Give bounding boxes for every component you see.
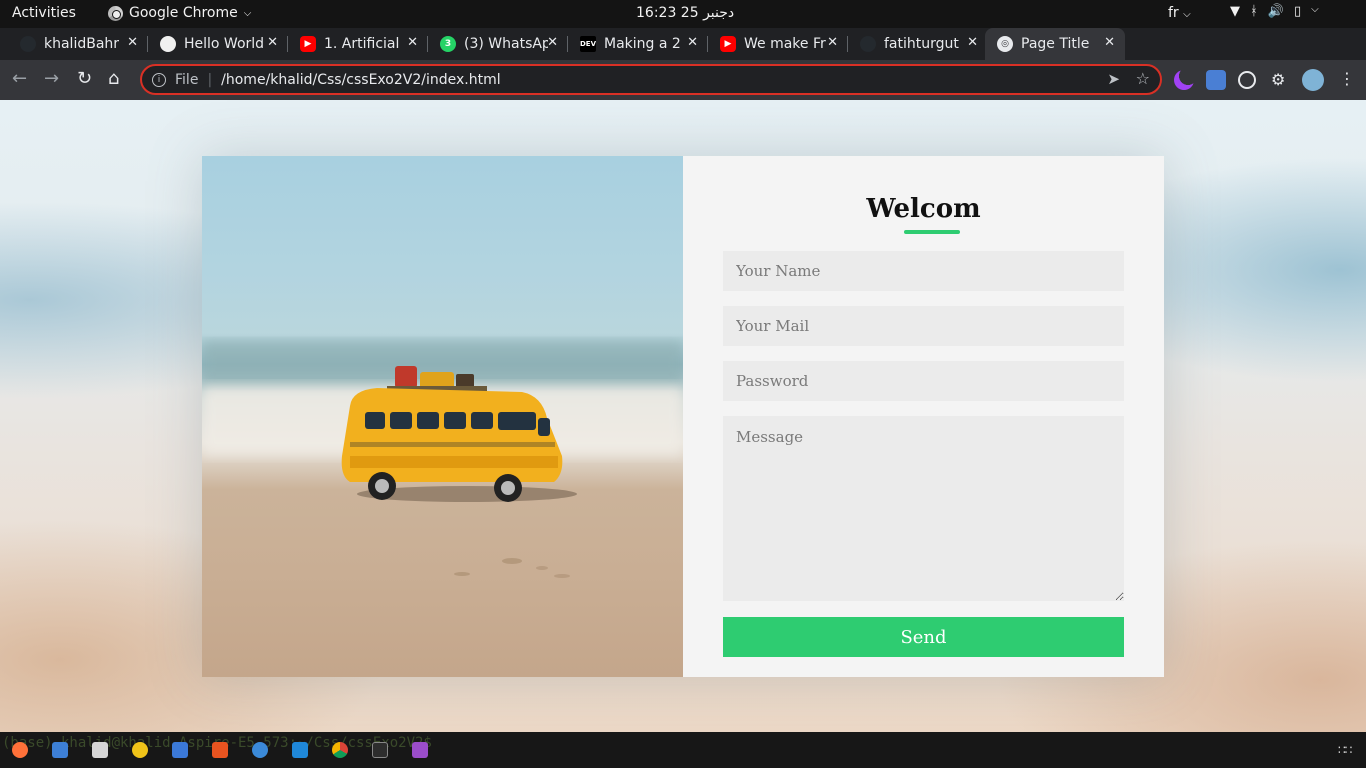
- bookmark-star-icon[interactable]: ☆: [1136, 69, 1150, 88]
- mail-input[interactable]: [723, 306, 1124, 346]
- name-input[interactable]: [723, 251, 1124, 291]
- browser-toolbar: ← → ↻ ⌂ i File | /home/khalid/Css/cssExo…: [0, 60, 1366, 100]
- app-menu[interactable]: Google Chrome ⌵: [108, 5, 251, 21]
- tab-whatsapp[interactable]: 3 (3) WhatsApp ✕: [428, 28, 568, 60]
- close-icon[interactable]: ✕: [407, 35, 418, 50]
- tab-title: Making a 2: [604, 36, 681, 52]
- tab-title: Page Title: [1021, 36, 1090, 52]
- send-icon[interactable]: ➤: [1107, 70, 1120, 88]
- tab-khalidbahr[interactable]: khalidBahr ✕: [8, 28, 148, 60]
- whatsapp-icon: 3: [440, 36, 456, 52]
- chevron-down-icon: ⌵: [243, 7, 252, 19]
- video-icon[interactable]: [412, 742, 428, 758]
- address-bar[interactable]: i File | /home/khalid/Css/cssExo2V2/inde…: [140, 64, 1162, 95]
- url-divider: |: [207, 71, 213, 88]
- youtube-icon: ▶: [720, 36, 736, 52]
- close-icon[interactable]: ✕: [127, 35, 138, 50]
- avatar[interactable]: [1302, 69, 1324, 91]
- tab-title: Hello World: [184, 36, 265, 52]
- tab-we-make[interactable]: ▶ We make Fr ✕: [708, 28, 848, 60]
- contact-card: Welcom Send: [202, 156, 1164, 677]
- keyboard-layout[interactable]: fr ⌵: [1168, 5, 1191, 21]
- files-icon[interactable]: [92, 742, 108, 758]
- tab-title: fatihturgut: [884, 36, 959, 52]
- chevron-down-icon: ⌵: [1311, 4, 1319, 15]
- tab-title: (3) WhatsApp: [464, 36, 548, 52]
- wifi-icon: ▼: [1230, 4, 1240, 19]
- vscode-icon[interactable]: [292, 742, 308, 758]
- send-button[interactable]: Send: [723, 617, 1124, 657]
- extensions-puzzle-icon[interactable]: ⚙: [1271, 70, 1291, 90]
- keyboard-layout-label: fr: [1168, 5, 1179, 21]
- terminal-icon[interactable]: [372, 742, 388, 758]
- more-menu-icon[interactable]: ⋮: [1339, 69, 1359, 89]
- tab-title: We make Fr: [744, 36, 826, 52]
- url-text[interactable]: /home/khalid/Css/cssExo2V2/index.html: [221, 72, 500, 88]
- dev-icon: DEV: [580, 36, 596, 52]
- close-icon[interactable]: ✕: [687, 35, 698, 50]
- close-icon[interactable]: ✕: [1104, 35, 1115, 50]
- hero-image: [202, 156, 683, 677]
- message-textarea[interactable]: [723, 416, 1124, 601]
- clock[interactable]: 16:23 25 دجنبر: [636, 5, 734, 21]
- activities-button[interactable]: Activities: [12, 5, 76, 21]
- tab-strip: khalidBahr ✕ Hello World ✕ ▶ 1. Artifici…: [0, 28, 1366, 82]
- firefox-icon[interactable]: [12, 742, 28, 758]
- github-icon: [160, 36, 176, 52]
- tab-making-a-2[interactable]: DEV Making a 2 ✕: [568, 28, 708, 60]
- info-icon[interactable]: i: [152, 72, 166, 87]
- title-underline: [904, 230, 960, 234]
- help-icon[interactable]: [252, 742, 268, 758]
- toy-van-illustration: [202, 341, 683, 578]
- github-icon: [860, 36, 876, 52]
- tab-page-title[interactable]: ◎ Page Title ✕: [985, 28, 1125, 60]
- youtube-icon: ▶: [300, 36, 316, 52]
- close-icon[interactable]: ✕: [827, 35, 838, 50]
- bluetooth-icon: ᚼ: [1250, 4, 1258, 19]
- reload-icon[interactable]: ↻: [77, 68, 92, 90]
- tab-title: khalidBahr: [44, 36, 120, 52]
- github-icon: [20, 36, 36, 52]
- thunderbird-icon[interactable]: [52, 742, 68, 758]
- form-title: Welcom: [866, 194, 981, 224]
- tab-hello-world[interactable]: Hello World ✕: [148, 28, 288, 60]
- writer-icon[interactable]: [172, 742, 188, 758]
- back-icon[interactable]: ←: [12, 68, 27, 90]
- tab-title: 1. Artificial: [324, 36, 400, 52]
- tab-fatihturgut[interactable]: fatihturgut ✕: [848, 28, 988, 60]
- close-icon[interactable]: ✕: [547, 35, 558, 50]
- page-viewport: Welcom Send: [0, 100, 1366, 732]
- close-icon[interactable]: ✕: [967, 35, 978, 50]
- app-menu-label: Google Chrome: [129, 5, 238, 21]
- show-applications-icon[interactable]: ∷∷: [1338, 743, 1352, 757]
- tab-artificial[interactable]: ▶ 1. Artificial ✕: [288, 28, 428, 60]
- chrome-dock-icon[interactable]: [332, 742, 348, 758]
- react-devtools-icon[interactable]: [1238, 71, 1256, 89]
- home-icon[interactable]: ⌂: [108, 68, 119, 90]
- chevron-down-icon: ⌵: [1183, 9, 1191, 20]
- dark-mode-extension-icon[interactable]: [1174, 70, 1194, 90]
- globe-icon: ◎: [997, 36, 1013, 52]
- close-icon[interactable]: ✕: [267, 35, 278, 50]
- url-scheme: File: [175, 71, 199, 88]
- rhythmbox-icon[interactable]: [132, 742, 148, 758]
- translate-extension-icon[interactable]: [1206, 70, 1226, 90]
- volume-icon: 🔊: [1267, 4, 1284, 19]
- gnome-top-bar: Activities Google Chrome ⌵ 16:23 25 دجنب…: [0, 0, 1366, 28]
- system-menu[interactable]: ▼ ᚼ 🔊 ▯ ⌵: [1230, 4, 1319, 19]
- taskbar: (base) khalid@khalid-Aspire-E5-573:~/Css…: [0, 732, 1366, 768]
- software-center-icon[interactable]: [212, 742, 228, 758]
- chrome-icon: [108, 5, 123, 21]
- password-input[interactable]: [723, 361, 1124, 401]
- forward-icon[interactable]: →: [44, 68, 59, 90]
- battery-icon: ▯: [1294, 4, 1302, 19]
- contact-form: Welcom Send: [683, 156, 1164, 677]
